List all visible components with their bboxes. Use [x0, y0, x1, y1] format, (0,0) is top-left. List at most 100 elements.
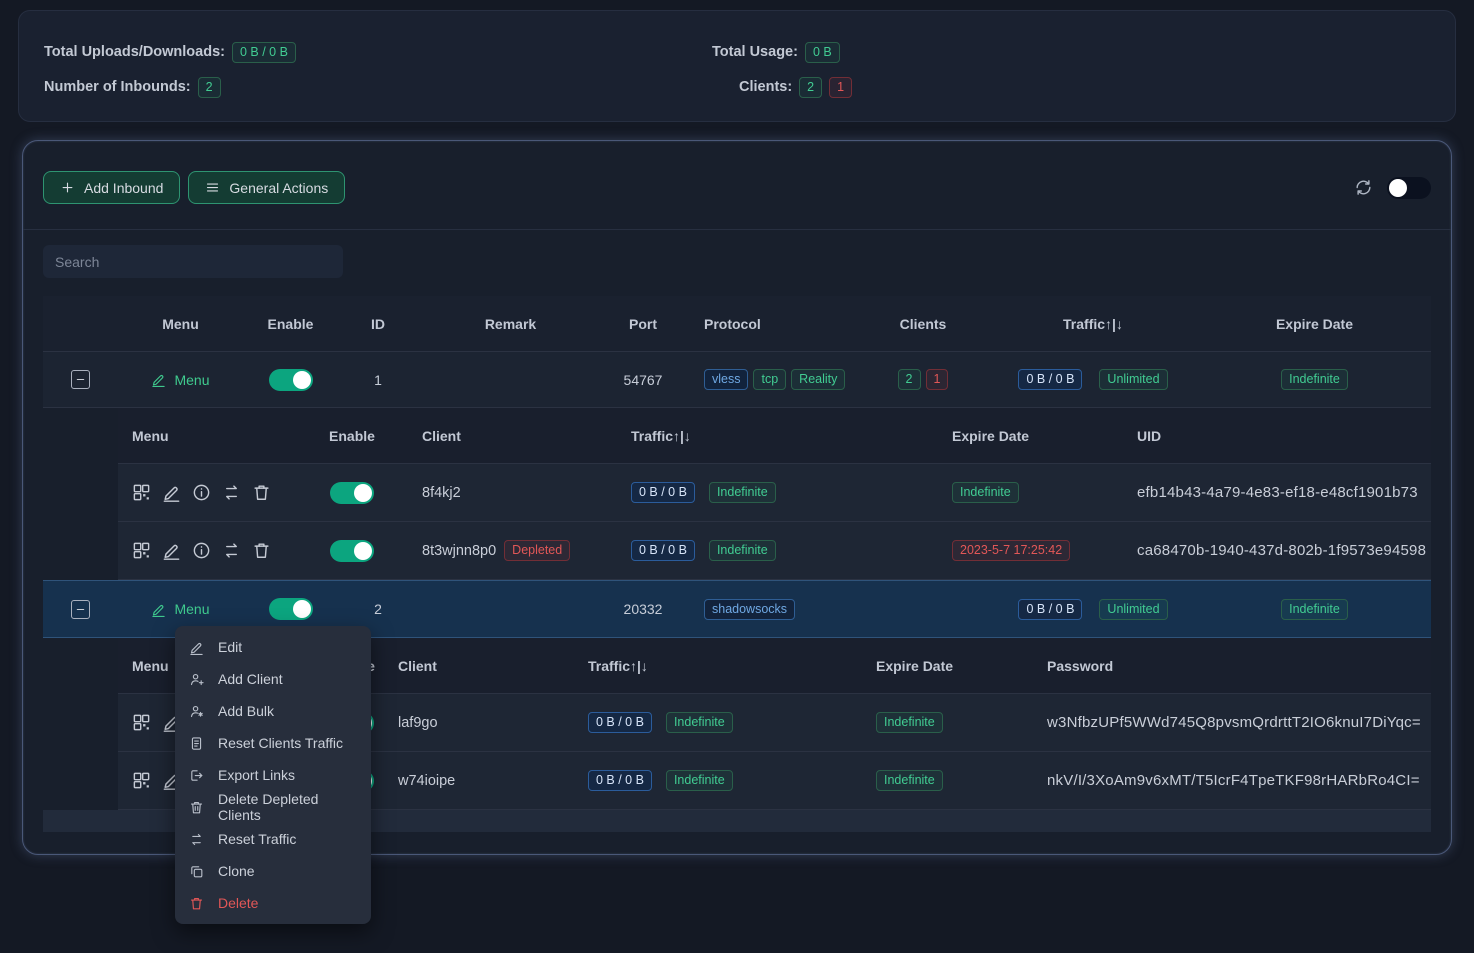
inbound-protocols: shadowsocks — [683, 599, 795, 620]
auto-refresh-toggle[interactable] — [1387, 177, 1431, 199]
search-input[interactable] — [43, 245, 343, 278]
inbound-menu-label: Menu — [174, 372, 209, 388]
traffic-limit-badge: Unlimited — [1099, 599, 1167, 620]
sub-header-client: Client — [396, 428, 461, 444]
total-uploads-downloads-label: Total Uploads/Downloads: — [44, 44, 225, 60]
header-enable: Enable — [268, 316, 314, 332]
search-row — [23, 230, 1451, 296]
info-circle-icon[interactable] — [192, 541, 211, 560]
menu-item-delete[interactable]: Delete — [175, 887, 371, 919]
inbound-row-1: Menu 1 54767 vless tcp Reality 2 1 0 B /… — [43, 352, 1431, 408]
client-name: w74ioipe — [396, 773, 455, 789]
client-enable-toggle[interactable] — [330, 482, 374, 504]
sub-header-enable: Enable — [329, 428, 375, 444]
sub-header-traffic-sort[interactable]: Traffic↑|↓ — [576, 428, 691, 444]
client-name: laf9go — [396, 715, 438, 731]
expire-badge: Indefinite — [876, 770, 943, 791]
stats-left-column: Total Uploads/Downloads: 0 B / 0 B Numbe… — [44, 41, 712, 121]
menu-item-edit[interactable]: Edit — [175, 631, 371, 663]
inbound-enable-toggle[interactable] — [269, 598, 313, 620]
add-inbound-label: Add Inbound — [84, 180, 163, 196]
add-inbound-button[interactable]: Add Inbound — [43, 171, 180, 204]
reset-traffic-icon[interactable] — [222, 483, 241, 502]
toggle-knob — [293, 600, 311, 618]
general-actions-label: General Actions — [229, 180, 328, 196]
reset-traffic-icon[interactable] — [222, 541, 241, 560]
client-uid: ca68470b-1940-437d-802b-1f9573e94598 — [1126, 542, 1426, 559]
menu-item-label: Delete Depleted Clients — [218, 791, 357, 823]
inbound-traffic: 0 B / 0 B Unlimited — [1018, 599, 1167, 620]
inbound-expire: Indefinite — [1281, 599, 1348, 620]
qrcode-icon[interactable] — [132, 771, 151, 790]
client-traffic: 0 B / 0 B Indefinite — [576, 770, 733, 791]
client-enable-toggle[interactable] — [330, 540, 374, 562]
info-circle-icon[interactable] — [192, 483, 211, 502]
edit-pen-icon[interactable] — [162, 541, 181, 560]
client-name: 8t3wjnn8p0 — [422, 543, 496, 559]
header-expire-date: Expire Date — [1276, 316, 1353, 332]
stat-number-of-inbounds: Number of Inbounds: 2 — [44, 76, 712, 98]
client-traffic: 0 B / 0 B Indefinite — [576, 712, 733, 733]
header-id: ID — [371, 316, 385, 332]
expire-badge: Indefinite — [1281, 599, 1348, 620]
expire-badge: Indefinite — [1281, 369, 1348, 390]
minus-icon — [74, 603, 87, 616]
clients-label: Clients: — [739, 79, 792, 95]
expire-badge: Indefinite — [876, 712, 943, 733]
header-clients: Clients — [900, 316, 947, 332]
trash-icon[interactable] — [252, 483, 271, 502]
number-of-inbounds-value: 2 — [198, 77, 221, 98]
sub-header-traffic-sort[interactable]: Traffic↑|↓ — [576, 658, 648, 674]
stats-right-column: Total Usage: 0 B Clients: 2 1 — [712, 41, 852, 121]
export-icon — [189, 768, 204, 783]
menu-item-add-bulk[interactable]: Add Bulk — [175, 695, 371, 727]
stats-card: Total Uploads/Downloads: 0 B / 0 B Numbe… — [18, 10, 1456, 122]
toolbar-right — [1354, 177, 1431, 199]
inbound-menu-button[interactable]: Menu — [151, 372, 209, 388]
clients-depleted-badge: 1 — [926, 369, 949, 390]
trash-icon[interactable] — [252, 541, 271, 560]
menu-item-export-links[interactable]: Export Links — [175, 759, 371, 791]
menu-item-delete-depleted-clients[interactable]: Delete Depleted Clients — [175, 791, 371, 823]
general-actions-button[interactable]: General Actions — [188, 171, 345, 204]
menu-item-add-client[interactable]: Add Client — [175, 663, 371, 695]
client-traffic: 0 B / 0 B Indefinite — [576, 482, 776, 503]
expire-date-badge: 2023-5-7 17:25:42 — [952, 540, 1070, 561]
menu-item-label: Clone — [218, 863, 255, 879]
inbound-enable-toggle[interactable] — [269, 369, 313, 391]
expire-badge: Indefinite — [952, 482, 1019, 503]
inbound-menu-button[interactable]: Menu — [151, 601, 209, 617]
copy-icon — [189, 864, 204, 879]
edit-pen-icon[interactable] — [162, 483, 181, 502]
traffic-limit-badge: Indefinite — [709, 540, 776, 561]
client-actions — [118, 483, 271, 502]
toolbar: Add Inbound General Actions — [23, 141, 1451, 230]
toggle-knob — [354, 542, 372, 560]
inbound-port: 20332 — [624, 601, 663, 617]
toggle-knob — [354, 484, 372, 502]
qrcode-icon[interactable] — [132, 541, 151, 560]
menu-item-reset-traffic[interactable]: Reset Traffic — [175, 823, 371, 855]
collapse-row-button[interactable] — [71, 600, 90, 619]
client-row: 8f4kj2 0 B / 0 B Indefinite Indefinite e… — [118, 464, 1431, 522]
client-password: w3NfbzUPf5WWd745Q8pvsmQrdrttT2IO6knuI7Di… — [1036, 714, 1421, 731]
menu-item-clone[interactable]: Clone — [175, 855, 371, 887]
inbound-id: 1 — [374, 372, 382, 388]
qrcode-icon[interactable] — [132, 483, 151, 502]
security-badge: Reality — [791, 369, 845, 390]
client-traffic: 0 B / 0 B Indefinite — [576, 540, 776, 561]
refresh-icon[interactable] — [1354, 178, 1373, 197]
menu-item-reset-clients-traffic[interactable]: Reset Clients Traffic — [175, 727, 371, 759]
qrcode-icon[interactable] — [132, 713, 151, 732]
user-star-icon — [189, 704, 204, 719]
collapse-row-button[interactable] — [71, 370, 90, 389]
client-uid: efb14b43-4a79-4e83-ef18-e48cf1901b73 — [1126, 484, 1418, 501]
clients-depleted-badge: 1 — [829, 77, 852, 98]
inbound-protocols: vless tcp Reality — [683, 369, 845, 390]
traffic-limit-badge: Unlimited — [1099, 369, 1167, 390]
client-password: nkV/I/3XoAm9v6xMT/T5IcrF4TpeTKF98rHARbRo… — [1036, 772, 1420, 789]
traffic-badge: 0 B / 0 B — [588, 770, 652, 791]
table-header-row: Menu Enable ID Remark Port Protocol Clie… — [43, 296, 1431, 352]
depleted-badge: Depleted — [504, 540, 570, 561]
header-traffic-sort[interactable]: Traffic↑|↓ — [1063, 316, 1123, 332]
